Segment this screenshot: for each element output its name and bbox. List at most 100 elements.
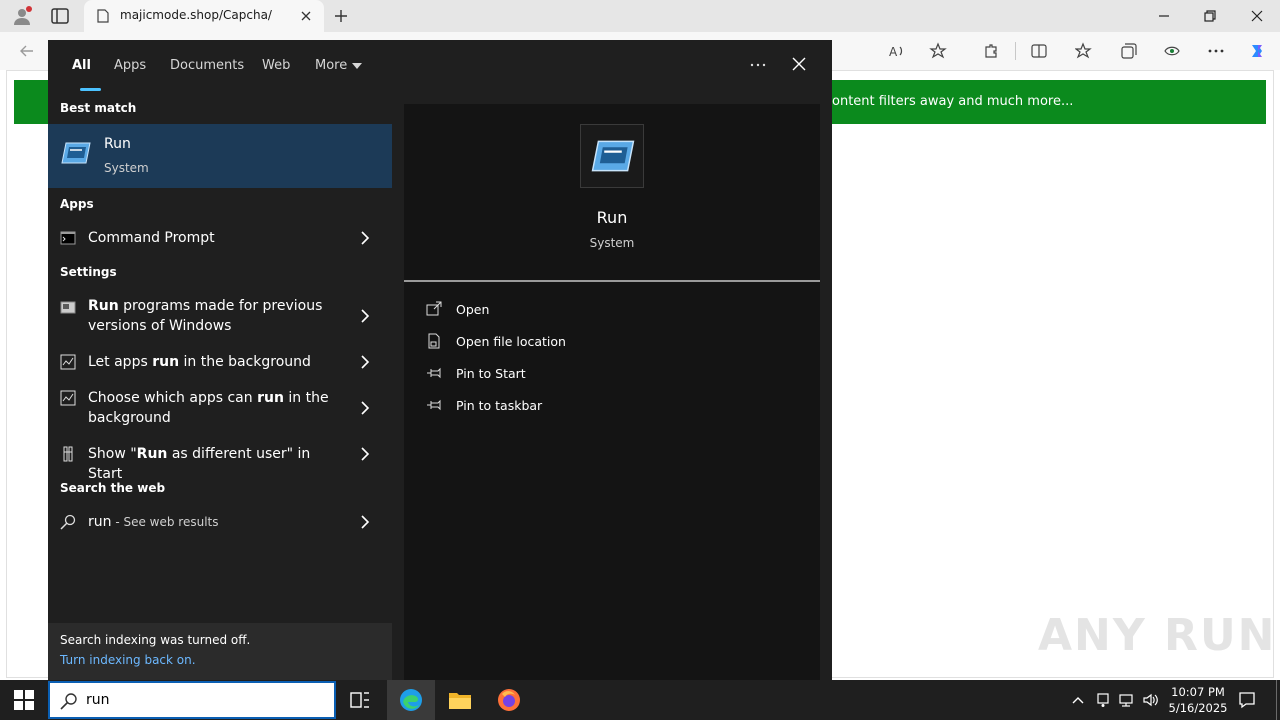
result-text: Show "Run as different user" in Start <box>88 446 311 482</box>
pin-icon <box>427 399 441 411</box>
edge-icon <box>400 689 422 711</box>
svg-text:A: A <box>889 45 898 59</box>
chevron-right-icon[interactable] <box>360 447 370 461</box>
tab-documents[interactable]: Documents <box>170 58 244 73</box>
banner-text: ontent filters away and much more... <box>832 94 1074 109</box>
collections-icon[interactable] <box>1120 42 1138 60</box>
extensions-icon[interactable] <box>982 42 1000 60</box>
preview-divider <box>404 280 820 282</box>
result-text: Choose which apps can run in the backgro… <box>88 390 329 426</box>
search-icon <box>60 693 77 710</box>
plus-icon[interactable] <box>333 8 349 24</box>
run-app-icon <box>61 142 91 164</box>
browser-tab[interactable]: majicmode.shop/Capcha/ <box>84 0 324 32</box>
result-run-old-programs[interactable]: Run programs made for previous versions … <box>48 294 392 338</box>
result-background-apps[interactable]: Let apps run in the background <box>48 350 392 374</box>
restore-icon[interactable] <box>1202 8 1218 24</box>
task-view-button[interactable] <box>336 680 384 720</box>
chevron-right-icon[interactable] <box>360 515 370 529</box>
tab-more[interactable]: More <box>315 58 347 73</box>
preview-subtitle: System <box>589 236 635 250</box>
copilot-icon[interactable] <box>1248 42 1266 60</box>
show-desktop-button[interactable] <box>1276 680 1277 720</box>
volume-icon[interactable] <box>1142 692 1158 708</box>
preview-title: Run <box>596 208 628 227</box>
device-icon[interactable] <box>1095 692 1111 708</box>
best-match-title: Run <box>104 136 131 152</box>
activity-icon <box>60 390 76 406</box>
result-text: Let apps run in the background <box>88 354 311 370</box>
file-location-icon <box>428 333 440 349</box>
favorite-star-icon[interactable] <box>929 42 947 60</box>
browser-essentials-icon[interactable] <box>1163 42 1181 60</box>
read-aloud-icon[interactable]: A <box>888 42 906 60</box>
activity-icon <box>60 354 76 370</box>
chevron-down-icon[interactable] <box>352 63 362 69</box>
page-icon <box>97 9 109 23</box>
chevron-right-icon[interactable] <box>360 401 370 415</box>
chevron-right-icon[interactable] <box>360 231 370 245</box>
search-input[interactable] <box>86 689 326 711</box>
result-text: Run programs made for previous versions … <box>88 298 323 334</box>
edge-taskbar-button[interactable] <box>387 680 435 720</box>
folder-icon <box>449 693 471 709</box>
preview-pane: Run System Open Open file location Pin t… <box>404 104 820 680</box>
chevron-up-icon[interactable] <box>1070 692 1086 708</box>
action-pin-to-taskbar[interactable]: Pin to taskbar <box>426 394 806 418</box>
best-match-subtitle: System <box>104 161 149 175</box>
compatibility-icon <box>60 301 76 314</box>
firefox-taskbar-button[interactable] <box>485 680 533 720</box>
action-open-file-location[interactable]: Open file location <box>426 330 806 354</box>
minimize-icon[interactable] <box>1156 8 1172 24</box>
tab-actions-icon[interactable] <box>50 6 70 26</box>
profile-icon[interactable] <box>12 6 32 26</box>
action-pin-to-start-label: Pin to Start <box>456 366 526 381</box>
apps-header: Apps <box>60 197 94 211</box>
result-run-as-different-user[interactable]: Show "Run as different user" in Start <box>48 442 392 482</box>
best-match-run[interactable]: Run System <box>48 124 392 188</box>
toolbar-divider <box>1015 42 1016 60</box>
command-prompt-icon <box>60 231 76 245</box>
result-command-prompt[interactable]: Command Prompt <box>48 224 392 252</box>
tab-all[interactable]: All <box>72 58 91 73</box>
back-icon[interactable] <box>18 42 36 60</box>
firefox-icon <box>498 689 520 711</box>
split-screen-icon[interactable] <box>1030 42 1048 60</box>
chevron-right-icon[interactable] <box>360 309 370 323</box>
result-choose-background-apps[interactable]: Choose which apps can run in the backgro… <box>48 386 392 430</box>
clock-time: 10:07 PM <box>1171 685 1225 699</box>
taskbar-search-box[interactable] <box>48 681 336 719</box>
command-prompt-label: Command Prompt <box>88 230 215 246</box>
run-app-large-icon <box>580 124 644 188</box>
action-pin-to-taskbar-label: Pin to taskbar <box>456 398 543 413</box>
pin-icon <box>427 367 441 379</box>
turn-indexing-on-link[interactable]: Turn indexing back on. <box>60 653 196 667</box>
indexing-notice-text: Search indexing was turned off. <box>60 633 251 647</box>
network-icon[interactable] <box>1118 692 1134 708</box>
result-web-search[interactable]: run - See web results <box>48 510 392 534</box>
favorites-icon[interactable] <box>1075 42 1093 60</box>
notification-icon[interactable] <box>1238 691 1256 709</box>
tab-title: majicmode.shop/Capcha/ <box>120 8 272 22</box>
user-settings-icon <box>63 446 73 462</box>
open-icon <box>426 301 442 316</box>
active-tab-indicator <box>80 88 101 91</box>
watermark: ANY RUN <box>1038 610 1277 661</box>
result-text: run - See web results <box>88 514 219 530</box>
best-match-header: Best match <box>60 101 137 115</box>
file-explorer-taskbar-button[interactable] <box>436 680 484 720</box>
taskbar-clock[interactable]: 10:07 PM 5/16/2025 <box>1162 684 1234 716</box>
close-icon[interactable] <box>1249 8 1265 24</box>
action-pin-to-start[interactable]: Pin to Start <box>426 362 806 386</box>
action-open[interactable]: Open <box>426 298 806 322</box>
windows-search-panel: All Apps Documents Web More Best match R… <box>48 40 832 680</box>
chevron-right-icon[interactable] <box>360 355 370 369</box>
windows-start-icon[interactable] <box>14 690 34 710</box>
more-options-icon[interactable] <box>748 52 768 72</box>
task-view-icon <box>350 692 369 708</box>
tab-apps[interactable]: Apps <box>114 58 146 73</box>
more-icon[interactable] <box>1207 42 1225 60</box>
close-icon[interactable] <box>792 57 806 71</box>
close-icon[interactable] <box>300 10 312 22</box>
tab-web[interactable]: Web <box>262 58 290 73</box>
